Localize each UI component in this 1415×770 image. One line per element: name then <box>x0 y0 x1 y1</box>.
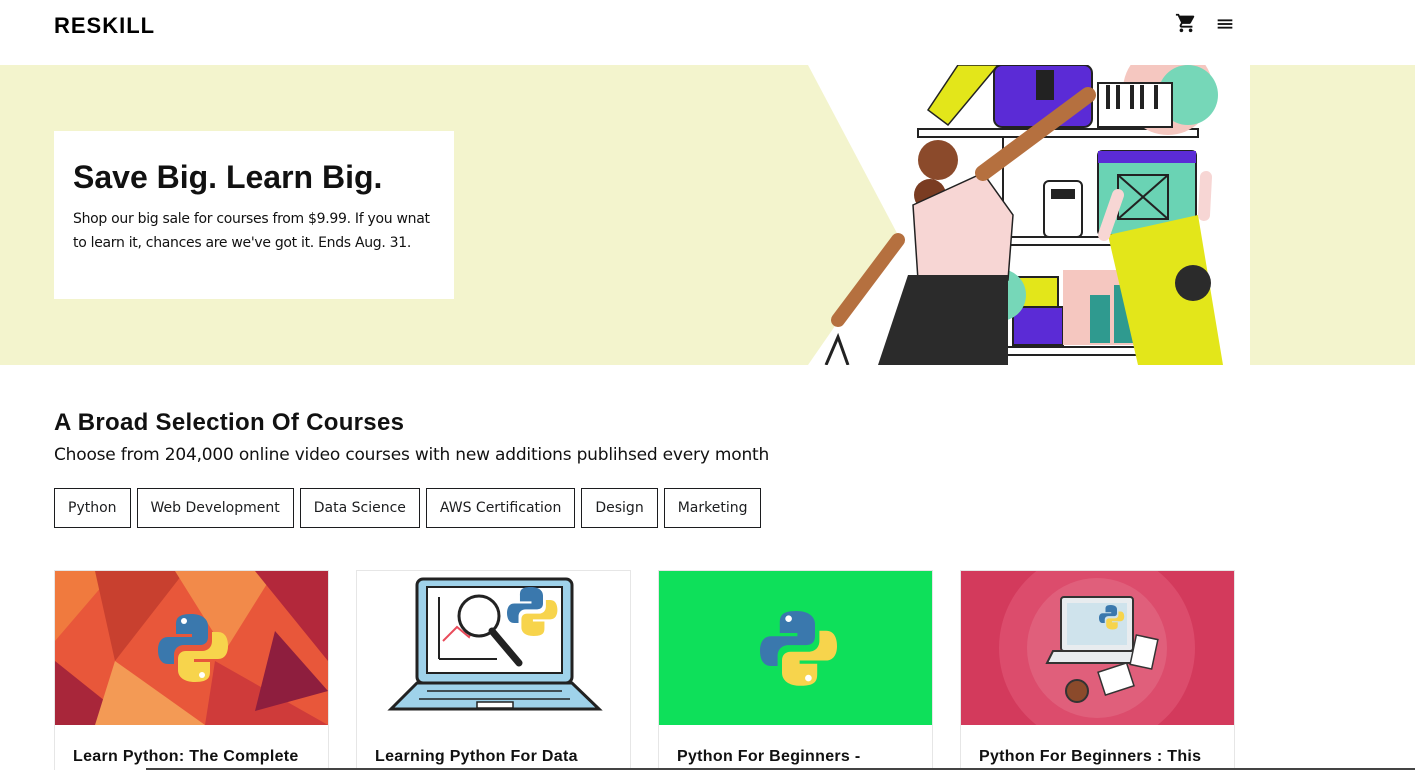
course-thumbnail <box>357 571 630 725</box>
category-chip-design[interactable]: Design <box>581 488 658 528</box>
shopping-cart-icon[interactable] <box>1175 12 1197 34</box>
course-title: Python For Beginners : This <box>979 748 1202 765</box>
course-card[interactable]: Learn Python: The Complete <box>54 570 329 770</box>
course-card[interactable]: Learning Python For Data <box>356 570 631 770</box>
hero-card: Save Big. Learn Big. Shop our big sale f… <box>54 131 454 299</box>
section-subtitle: Choose from 204,000 online video courses… <box>54 445 770 465</box>
category-chip-web-development[interactable]: Web Development <box>136 488 294 528</box>
hero-description: Shop our big sale for courses from $9.99… <box>73 211 430 251</box>
brand-logo[interactable]: RESKILL <box>54 13 155 39</box>
course-thumbnail <box>55 571 328 725</box>
top-navbar: RESKILL <box>0 0 1415 65</box>
course-title: Python For Beginners - <box>677 748 861 765</box>
course-thumbnail <box>961 571 1234 746</box>
category-chip-data-science[interactable]: Data Science <box>299 488 420 528</box>
category-chip-aws-certification[interactable]: AWS Certification <box>425 488 576 528</box>
hero-title: Save Big. Learn Big. <box>73 159 383 195</box>
hamburger-menu-icon[interactable] <box>1214 13 1236 35</box>
category-chips: Python Web Development Data Science AWS … <box>54 488 762 528</box>
section-title: A Broad Selection Of Courses <box>54 409 405 436</box>
course-card-list: Learn Python: The Complete Learning Pyth… <box>54 570 1235 770</box>
course-card[interactable]: Python For Beginners - <box>658 570 933 770</box>
course-card[interactable]: Python For Beginners : This <box>960 570 1235 770</box>
course-title: Learn Python: The Complete <box>73 748 299 765</box>
hero-illustration <box>808 65 1250 365</box>
hero-banner: Save Big. Learn Big. Shop our big sale f… <box>0 65 1415 365</box>
course-title: Learning Python For Data <box>375 748 578 765</box>
category-chip-marketing[interactable]: Marketing <box>663 488 762 528</box>
category-chip-python[interactable]: Python <box>54 488 131 528</box>
course-thumbnail <box>659 571 932 725</box>
